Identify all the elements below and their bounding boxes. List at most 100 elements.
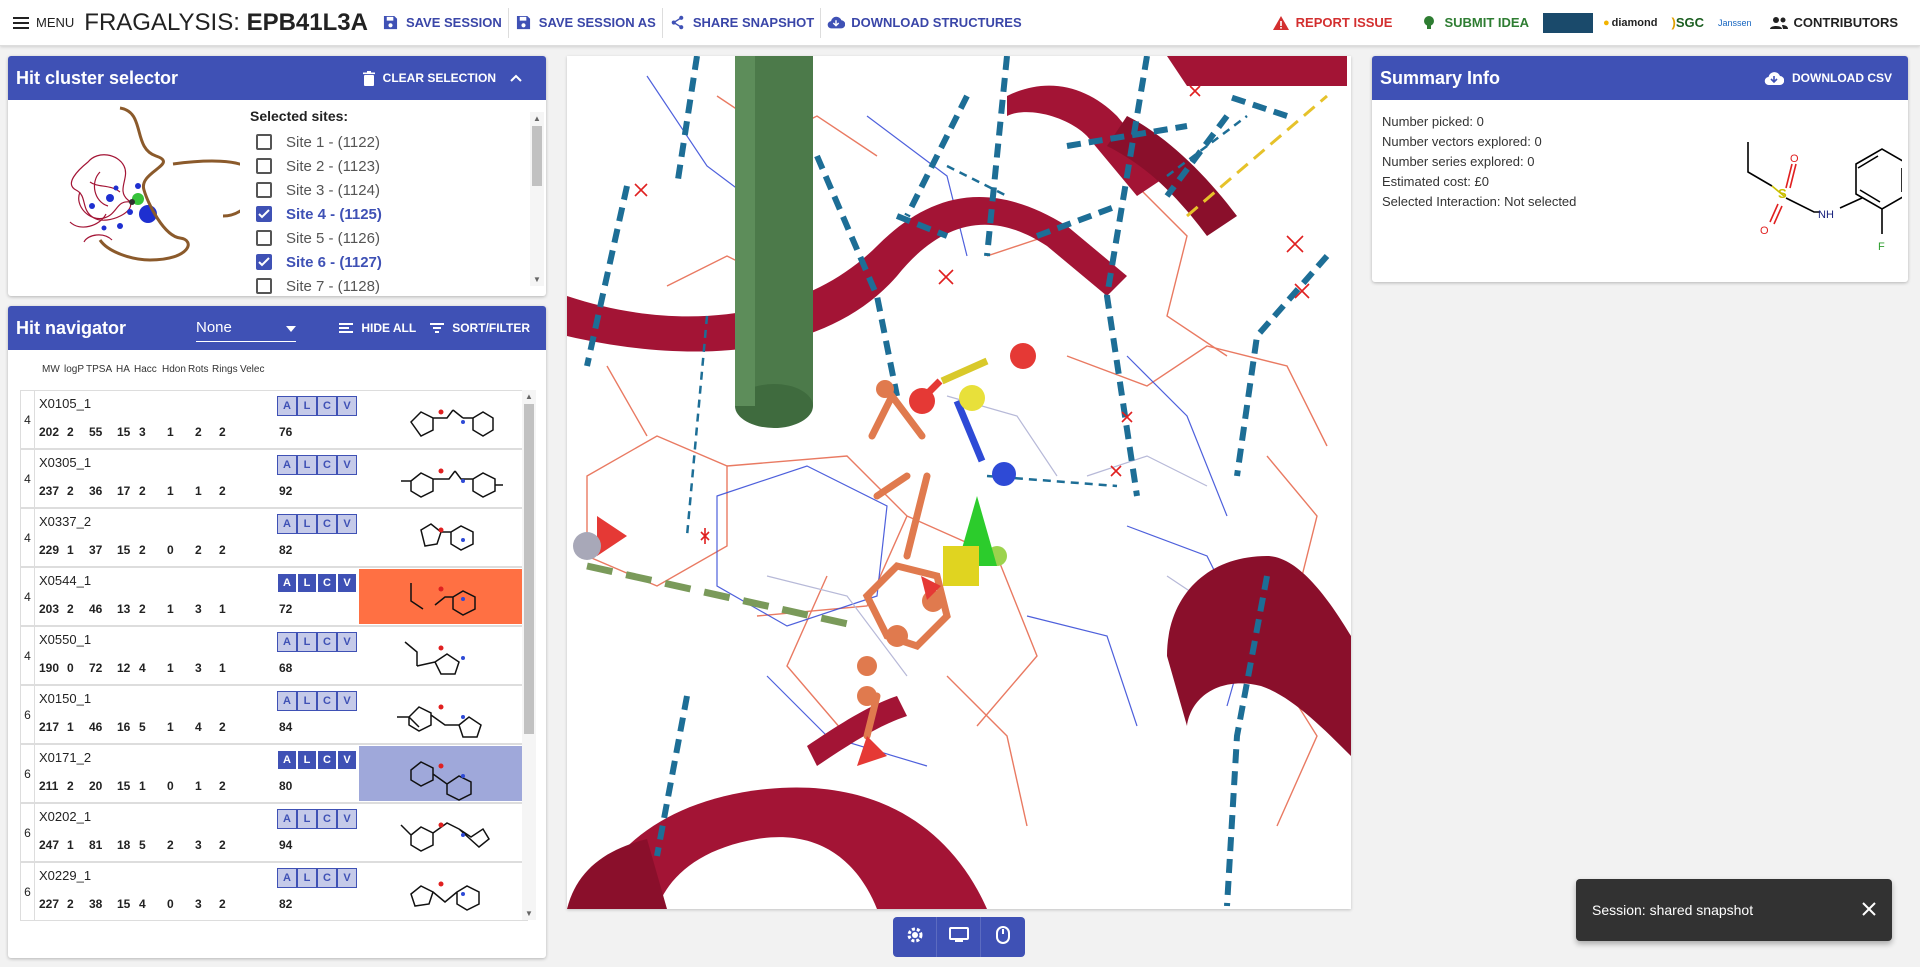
column-header[interactable]: logP [64, 364, 86, 375]
site-checkbox[interactable] [256, 254, 272, 270]
hit-list-scrollbar[interactable]: ▲ ▼ [522, 390, 536, 920]
hit-row[interactable]: 6 X0150_1 217 1 46 16 5 1 4 2 A L C V 84 [20, 685, 528, 744]
site-checkbox[interactable] [256, 278, 272, 294]
toggle-a-button[interactable]: A [277, 868, 297, 888]
hide-all-button[interactable]: HIDE ALL [339, 321, 416, 335]
site-row[interactable]: Site 4 - (1125) [244, 202, 524, 226]
column-header[interactable]: TPSA [86, 364, 116, 375]
toggle-l-button[interactable]: L [297, 514, 317, 534]
column-header[interactable]: Rings [212, 364, 240, 375]
toggle-a-button[interactable]: A [277, 514, 297, 534]
save-session-button[interactable]: SAVE SESSION [376, 0, 508, 46]
toggle-l-button[interactable]: L [297, 396, 317, 416]
protein-mini-view[interactable] [20, 102, 240, 292]
toggle-l-button[interactable]: L [297, 573, 317, 593]
molecule-3d-viewer[interactable] [567, 56, 1351, 909]
contributors-button[interactable]: CONTRIBUTORS [1764, 0, 1920, 46]
hit-molecule-thumbnail[interactable] [359, 864, 527, 919]
toggle-v-button[interactable]: V [337, 573, 357, 593]
toggle-a-button[interactable]: A [277, 809, 297, 829]
hit-row[interactable]: 4 X0544_1 203 2 46 13 2 1 3 1 A L C V 72 [20, 567, 528, 626]
hit-row[interactable]: 6 X0171_2 211 2 20 15 1 0 1 2 A L C V 80 [20, 744, 528, 803]
hit-molecule-thumbnail[interactable] [359, 569, 527, 624]
report-issue-button[interactable]: REPORT ISSUE [1266, 0, 1399, 46]
toggle-a-button[interactable]: A [277, 632, 297, 652]
toggle-v-button[interactable]: V [337, 632, 357, 652]
hit-molecule-thumbnail[interactable] [359, 510, 527, 565]
collapse-button[interactable] [510, 74, 530, 82]
download-csv-button[interactable]: DOWNLOAD CSV [1764, 71, 1892, 86]
hit-molecule-thumbnail[interactable] [359, 628, 527, 683]
toggle-l-button[interactable]: L [297, 868, 317, 888]
hit-molecule-thumbnail[interactable] [359, 687, 527, 742]
site-checkbox[interactable] [256, 134, 272, 150]
scroll-down-arrow-icon[interactable]: ▼ [533, 275, 541, 284]
submit-idea-button[interactable]: SUBMIT IDEA [1414, 0, 1535, 46]
toggle-c-button[interactable]: C [317, 632, 337, 652]
site-row[interactable]: Site 3 - (1124) [244, 178, 524, 202]
toggle-l-button[interactable]: L [297, 750, 317, 770]
save-session-as-button[interactable]: SAVE SESSION AS [509, 0, 662, 46]
toggle-v-button[interactable]: V [337, 868, 357, 888]
toggle-v-button[interactable]: V [337, 396, 357, 416]
viewer-display-button[interactable] [937, 917, 981, 957]
site-row[interactable]: Site 2 - (1123) [244, 154, 524, 178]
toggle-c-button[interactable]: C [317, 750, 337, 770]
toggle-c-button[interactable]: C [317, 396, 337, 416]
share-snapshot-button[interactable]: SHARE SNAPSHOT [663, 0, 820, 46]
toggle-l-button[interactable]: L [297, 632, 317, 652]
clear-selection-button[interactable]: CLEAR SELECTION [362, 70, 496, 86]
scroll-down-arrow-icon[interactable]: ▼ [525, 909, 533, 918]
toggle-l-button[interactable]: L [297, 691, 317, 711]
toggle-a-button[interactable]: A [277, 573, 297, 593]
toggle-a-button[interactable]: A [277, 691, 297, 711]
column-header[interactable]: Hacc [134, 364, 162, 375]
toggle-c-button[interactable]: C [317, 868, 337, 888]
close-snackbar-button[interactable] [1862, 899, 1876, 922]
toggle-v-button[interactable]: V [337, 809, 357, 829]
hit-row[interactable]: 4 X0305_1 237 2 36 17 2 1 1 2 A L C V 92 [20, 449, 528, 508]
toggle-v-button[interactable]: V [337, 455, 357, 475]
site-row[interactable]: Site 7 - (1128) [244, 274, 524, 296]
toggle-v-button[interactable]: V [337, 691, 357, 711]
site-row[interactable]: Site 1 - (1122) [244, 130, 524, 154]
toggle-v-button[interactable]: V [337, 750, 357, 770]
toggle-v-button[interactable]: V [337, 514, 357, 534]
site-checkbox[interactable] [256, 206, 272, 222]
filter-select[interactable]: None [196, 314, 296, 342]
hit-row[interactable]: 4 X0105_1 202 2 55 15 3 1 2 2 A L C V 76 [20, 390, 528, 449]
site-row[interactable]: Site 5 - (1126) [244, 226, 524, 250]
column-header[interactable]: HA [116, 364, 134, 375]
site-checkbox[interactable] [256, 158, 272, 174]
viewer-canvas[interactable] [567, 56, 1351, 909]
sort-filter-button[interactable]: SORT/FILTER [430, 321, 530, 335]
viewer-settings-button[interactable] [893, 917, 937, 957]
hit-molecule-thumbnail[interactable] [359, 805, 527, 860]
download-structures-button[interactable]: DOWNLOAD STRUCTURES [821, 0, 1027, 46]
hit-row[interactable]: 4 X0550_1 190 0 72 12 4 1 3 1 A L C V 68 [20, 626, 528, 685]
toggle-a-button[interactable]: A [277, 396, 297, 416]
column-header[interactable]: Rots [188, 364, 212, 375]
hit-row[interactable]: 6 X0202_1 247 1 81 18 5 2 3 2 A L C V 94 [20, 803, 528, 862]
site-list-scrollbar[interactable]: ▲ ▼ [530, 112, 544, 286]
column-header[interactable]: Hdon [162, 364, 188, 375]
menu-button[interactable]: MENU [0, 0, 80, 46]
hit-row[interactable]: 6 X0229_1 227 2 38 15 4 0 3 2 A L C V 82 [20, 862, 528, 921]
scroll-up-arrow-icon[interactable]: ▲ [533, 114, 541, 123]
column-header[interactable]: Velec [240, 364, 270, 375]
hit-molecule-thumbnail[interactable] [359, 392, 527, 447]
scrollbar-thumb[interactable] [532, 126, 542, 186]
toggle-a-button[interactable]: A [277, 455, 297, 475]
toggle-c-button[interactable]: C [317, 691, 337, 711]
toggle-c-button[interactable]: C [317, 455, 337, 475]
column-header[interactable]: MW [42, 364, 64, 375]
hit-row[interactable]: 4 X0337_2 229 1 37 15 2 0 2 2 A L C V 82 [20, 508, 528, 567]
toggle-c-button[interactable]: C [317, 573, 337, 593]
site-checkbox[interactable] [256, 182, 272, 198]
toggle-l-button[interactable]: L [297, 455, 317, 475]
viewer-mouse-button[interactable] [981, 917, 1025, 957]
hit-molecule-thumbnail[interactable] [359, 451, 527, 506]
scrollbar-thumb[interactable] [524, 404, 534, 734]
hit-molecule-thumbnail[interactable] [359, 746, 527, 801]
toggle-l-button[interactable]: L [297, 809, 317, 829]
